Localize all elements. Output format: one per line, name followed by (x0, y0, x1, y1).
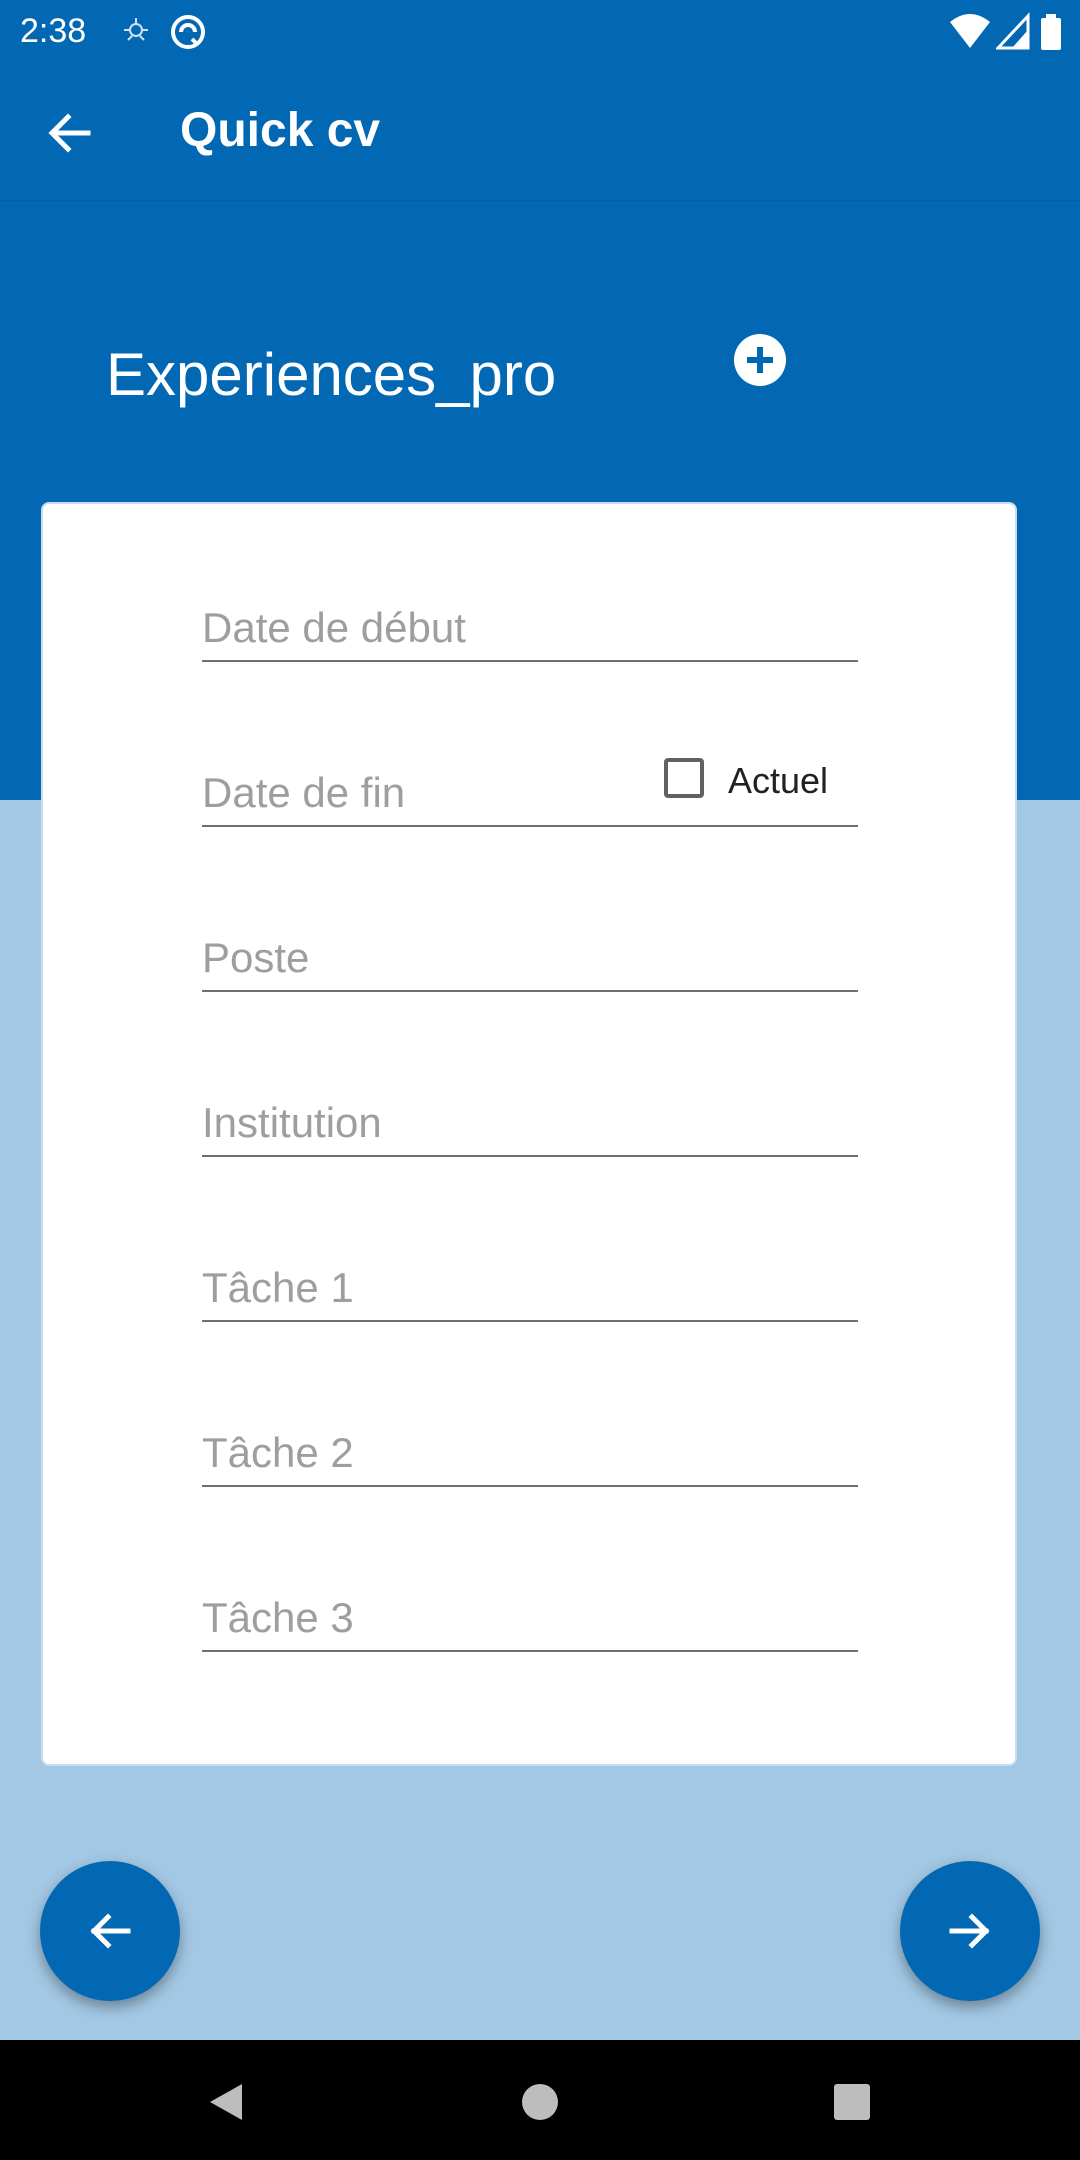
system-nav-bar (0, 2040, 1080, 2160)
arrow-right-icon (949, 1913, 990, 1949)
section-title: Experiences_pro (106, 341, 557, 408)
battery-icon (1040, 12, 1062, 52)
system-back-button[interactable] (204, 2080, 248, 2124)
start-date-placeholder: Date de début (202, 604, 466, 651)
system-recents-button[interactable] (830, 2080, 874, 2124)
previous-button[interactable] (40, 1861, 180, 2001)
task-2-placeholder: Tâche 2 (202, 1429, 354, 1476)
position-field[interactable]: Poste (202, 930, 858, 992)
next-button[interactable] (900, 1861, 1040, 2001)
arrow-back-icon (48, 113, 91, 153)
institution-placeholder: Institution (202, 1099, 382, 1146)
end-date-placeholder: Date de fin (202, 769, 406, 816)
arrow-left-icon (90, 1913, 131, 1949)
signal-icon (994, 12, 1030, 52)
back-button[interactable] (38, 101, 102, 165)
institution-field[interactable]: Institution (202, 1095, 858, 1157)
recents-square-icon (834, 2084, 870, 2120)
start-date-field[interactable]: Date de début (202, 600, 858, 662)
notification-icon (116, 12, 156, 52)
home-circle-icon (522, 2084, 558, 2120)
status-time: 2:38 (20, 12, 87, 50)
current-checkbox-label: Actuel (728, 760, 829, 801)
position-placeholder: Poste (202, 934, 310, 981)
app-title: Quick cv (180, 104, 381, 157)
task-1-placeholder: Tâche 1 (202, 1264, 354, 1311)
checkbox-box[interactable] (664, 758, 704, 798)
add-circle-icon (747, 347, 773, 373)
add-experience-button[interactable] (734, 334, 786, 386)
task-3-field[interactable]: Tâche 3 (202, 1590, 858, 1652)
task-1-field[interactable]: Tâche 1 (202, 1260, 858, 1322)
status-bar: 2:38 (0, 0, 1080, 63)
app-bar: Quick cv (0, 63, 1080, 201)
wifi-icon (948, 12, 992, 52)
back-triangle-icon (210, 2084, 242, 2120)
task-2-field[interactable]: Tâche 2 (202, 1425, 858, 1487)
system-home-button[interactable] (518, 2080, 562, 2124)
task-3-placeholder: Tâche 3 (202, 1594, 354, 1641)
sync-icon (168, 12, 208, 52)
